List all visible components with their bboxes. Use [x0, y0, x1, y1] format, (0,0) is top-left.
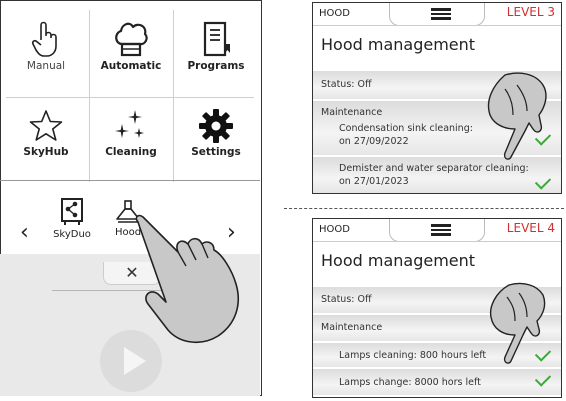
tile-programs[interactable]: Programs [173, 6, 259, 92]
gear-icon [199, 109, 233, 143]
hood-panel-level-4: HOOD LEVEL 4 Hood management Status: Off… [312, 218, 562, 398]
panel-header-label: HOOD [319, 8, 350, 19]
menu-icon[interactable] [431, 224, 451, 236]
maintenance-item-line1: Condensation sink cleaning: [339, 123, 473, 134]
play-icon [124, 347, 146, 375]
device-home-screen: Manual Automatic Programs SkyHub Cleanin… [0, 0, 262, 396]
status-text: Status: Off [321, 294, 372, 305]
panel-header: HOOD LEVEL 4 [313, 219, 561, 242]
maintenance-item-line2: on 27/09/2022 [339, 136, 409, 147]
tile-label: Cleaning [105, 146, 157, 158]
carousel-item-label: SkyDuo [53, 229, 91, 240]
pointing-hand-icon [489, 282, 546, 364]
book-icon [203, 21, 230, 57]
maintenance-item-line1: Demister and water separator cleaning: [339, 163, 529, 174]
tile-manual[interactable]: Manual [3, 6, 89, 92]
maintenance-item-line2: on 27/01/2023 [339, 176, 409, 187]
hood-panel-level-3: HOOD LEVEL 3 Hood management Status: Off… [312, 2, 562, 194]
tile-label: SkyHub [23, 146, 69, 158]
tile-cleaning[interactable]: Cleaning [88, 94, 174, 180]
section-divider-dashed [284, 208, 564, 209]
tile-label: Automatic [100, 60, 162, 72]
page-title: Hood management [321, 251, 476, 270]
level-badge: LEVEL 4 [506, 221, 555, 235]
maintenance-item-line1: Lamps cleaning: 800 hours left [339, 350, 487, 361]
tile-label: Programs [187, 60, 245, 72]
page-title: Hood management [321, 35, 476, 54]
chef-hat-icon [115, 22, 148, 57]
status-text: Status: Off [321, 79, 372, 90]
carousel-prev-button[interactable]: ‹ [20, 222, 29, 244]
tile-label: Settings [191, 146, 241, 158]
panel-header-label: HOOD [319, 224, 350, 235]
maintenance-label: Maintenance [321, 322, 383, 333]
hand-pointer-icon [31, 21, 57, 57]
maintenance-item-line1: Lamps change: 8000 hors left [339, 377, 481, 388]
tile-settings[interactable]: Settings [173, 94, 259, 180]
share-icon [61, 198, 83, 225]
tile-automatic[interactable]: Automatic [88, 6, 174, 92]
maintenance-label: Maintenance [321, 107, 383, 118]
pointing-hand-icon [135, 214, 240, 343]
carousel-item-skyduo[interactable]: SkyDuo [52, 198, 92, 240]
header-underline [313, 25, 561, 26]
tile-skyhub[interactable]: SkyHub [3, 94, 89, 180]
panel-header: HOOD LEVEL 3 [313, 3, 561, 26]
star-icon [29, 110, 63, 141]
level-badge: LEVEL 3 [506, 5, 555, 19]
header-underline [313, 241, 561, 242]
pointing-hand-icon [487, 72, 547, 160]
sparkles-icon [115, 110, 144, 138]
menu-icon[interactable] [431, 8, 451, 20]
tile-label: Manual [26, 60, 66, 72]
